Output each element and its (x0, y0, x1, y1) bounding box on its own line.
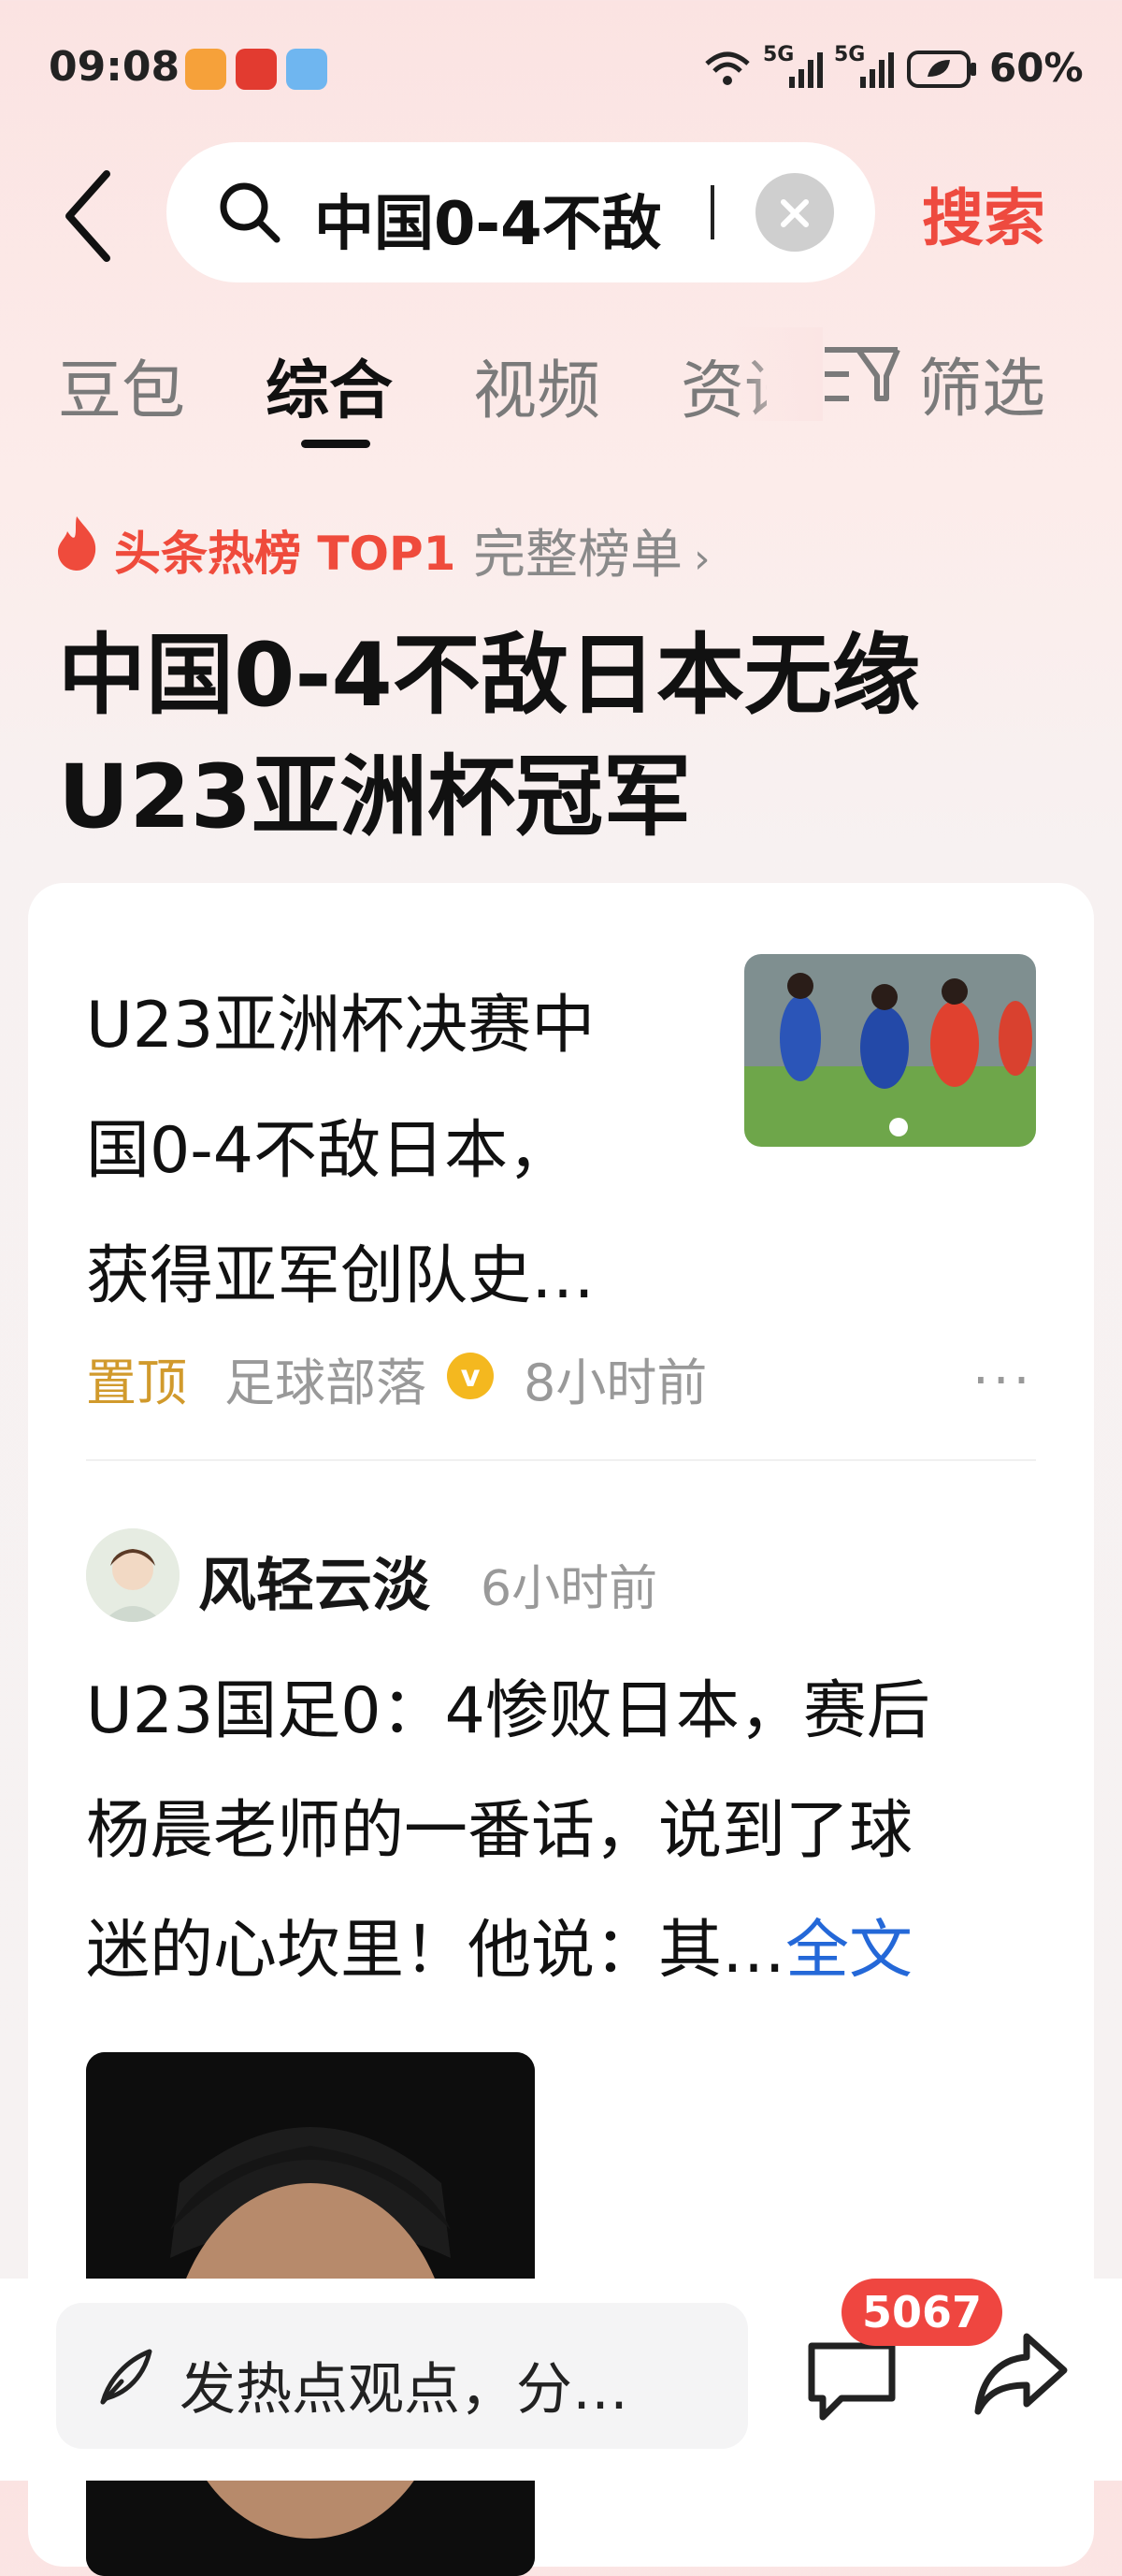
post-body-line2: 杨晨老师的一番话，说到了球 (86, 1794, 913, 1868)
divider (86, 1459, 1036, 1461)
clear-icon[interactable] (755, 173, 834, 252)
verified-mark: v (460, 1358, 481, 1394)
avatar[interactable] (86, 1528, 180, 1622)
article-timestamp: 8小时前 (524, 1353, 708, 1412)
hot-rank-label: 头条热榜 TOP1 (114, 527, 456, 581)
hot-topic-title-line1: 中国0-4不敌日本无缘 (58, 625, 920, 727)
post-body-line1: U23国足0：4惨败日本，赛后 (86, 1674, 930, 1748)
post-timestamp: 6小时前 (481, 1561, 658, 1617)
weather-app-icon (286, 49, 327, 90)
full-list-link[interactable]: 完整榜单 › (473, 513, 711, 588)
bottom-bar: 发热点观点，分… 5067 (0, 2279, 1122, 2481)
search-input[interactable]: 中国0-4不敌 (166, 142, 875, 282)
article-title-line3: 获得亚军创队史… (86, 1239, 596, 1313)
post-body[interactable]: U23国足0：4惨败日本，赛后 杨晨老师的一番话，说到了球 迷的心坎里！他说：其… (86, 1652, 1058, 2011)
text-cursor (711, 185, 714, 239)
verified-icon: v (447, 1353, 494, 1399)
avatar-image (86, 1528, 180, 1622)
battery-icon (907, 51, 976, 88)
tab-comprehensive[interactable]: 综合 (266, 339, 393, 431)
hot-topic-title-line2: U23亚洲杯冠军 (58, 746, 692, 848)
comment-input[interactable]: 发热点观点，分… (56, 2303, 748, 2449)
search-button[interactable]: 搜索 (922, 168, 1045, 258)
battery-percent: 60% (989, 45, 1084, 91)
tab-video[interactable]: 视频 (473, 339, 600, 431)
filter-icon (825, 347, 900, 401)
back-arrow-icon[interactable] (56, 165, 122, 268)
signal-icon-2 (860, 52, 894, 88)
app-notification-icon (185, 49, 226, 90)
active-tab-indicator (301, 440, 370, 448)
chevron-right-icon: › (694, 535, 711, 583)
status-bar: 09:08 5G 5G 60% (0, 0, 1122, 140)
search-query[interactable]: 中国0-4不敌 (314, 176, 662, 262)
status-time: 09:08 (49, 43, 180, 91)
signal-icon (789, 52, 823, 88)
article-title-line1: U23亚洲杯决赛中 (86, 989, 596, 1063)
flame-icon (58, 516, 96, 571)
hot-topic-title[interactable]: 中国0-4不敌日本无缘 U23亚洲杯冠军 (58, 615, 1012, 859)
author-name[interactable]: 风轻云淡 (198, 1538, 430, 1622)
comment-placeholder: 发热点观点，分… (180, 2357, 628, 2423)
article-title-line2: 国0-4不敌日本， (86, 1114, 572, 1188)
filter-label: 筛选 (918, 353, 1046, 427)
share-icon[interactable] (971, 2327, 1073, 2421)
search-icon (220, 182, 280, 243)
article-title[interactable]: U23亚洲杯决赛中 国0-4不敌日本， 获得亚军创队史… (86, 963, 703, 1339)
article-thumbnail[interactable] (744, 954, 1036, 1147)
tab-scroll-fade (729, 327, 823, 421)
pinned-label: 置顶 (86, 1353, 187, 1412)
tab-doubao[interactable]: 豆包 (58, 339, 185, 431)
article-source[interactable]: 足球部落 (224, 1341, 426, 1415)
football-match-image (744, 954, 1036, 1147)
news-app-icon (236, 49, 277, 90)
full-text-link[interactable]: 全文 (785, 1914, 913, 1988)
pen-icon (100, 2349, 152, 2405)
post-body-line3: 迷的心坎里！他说：其… (86, 1914, 786, 1988)
more-options-icon[interactable]: ··· (972, 1351, 1033, 1411)
wifi-icon (705, 51, 750, 85)
